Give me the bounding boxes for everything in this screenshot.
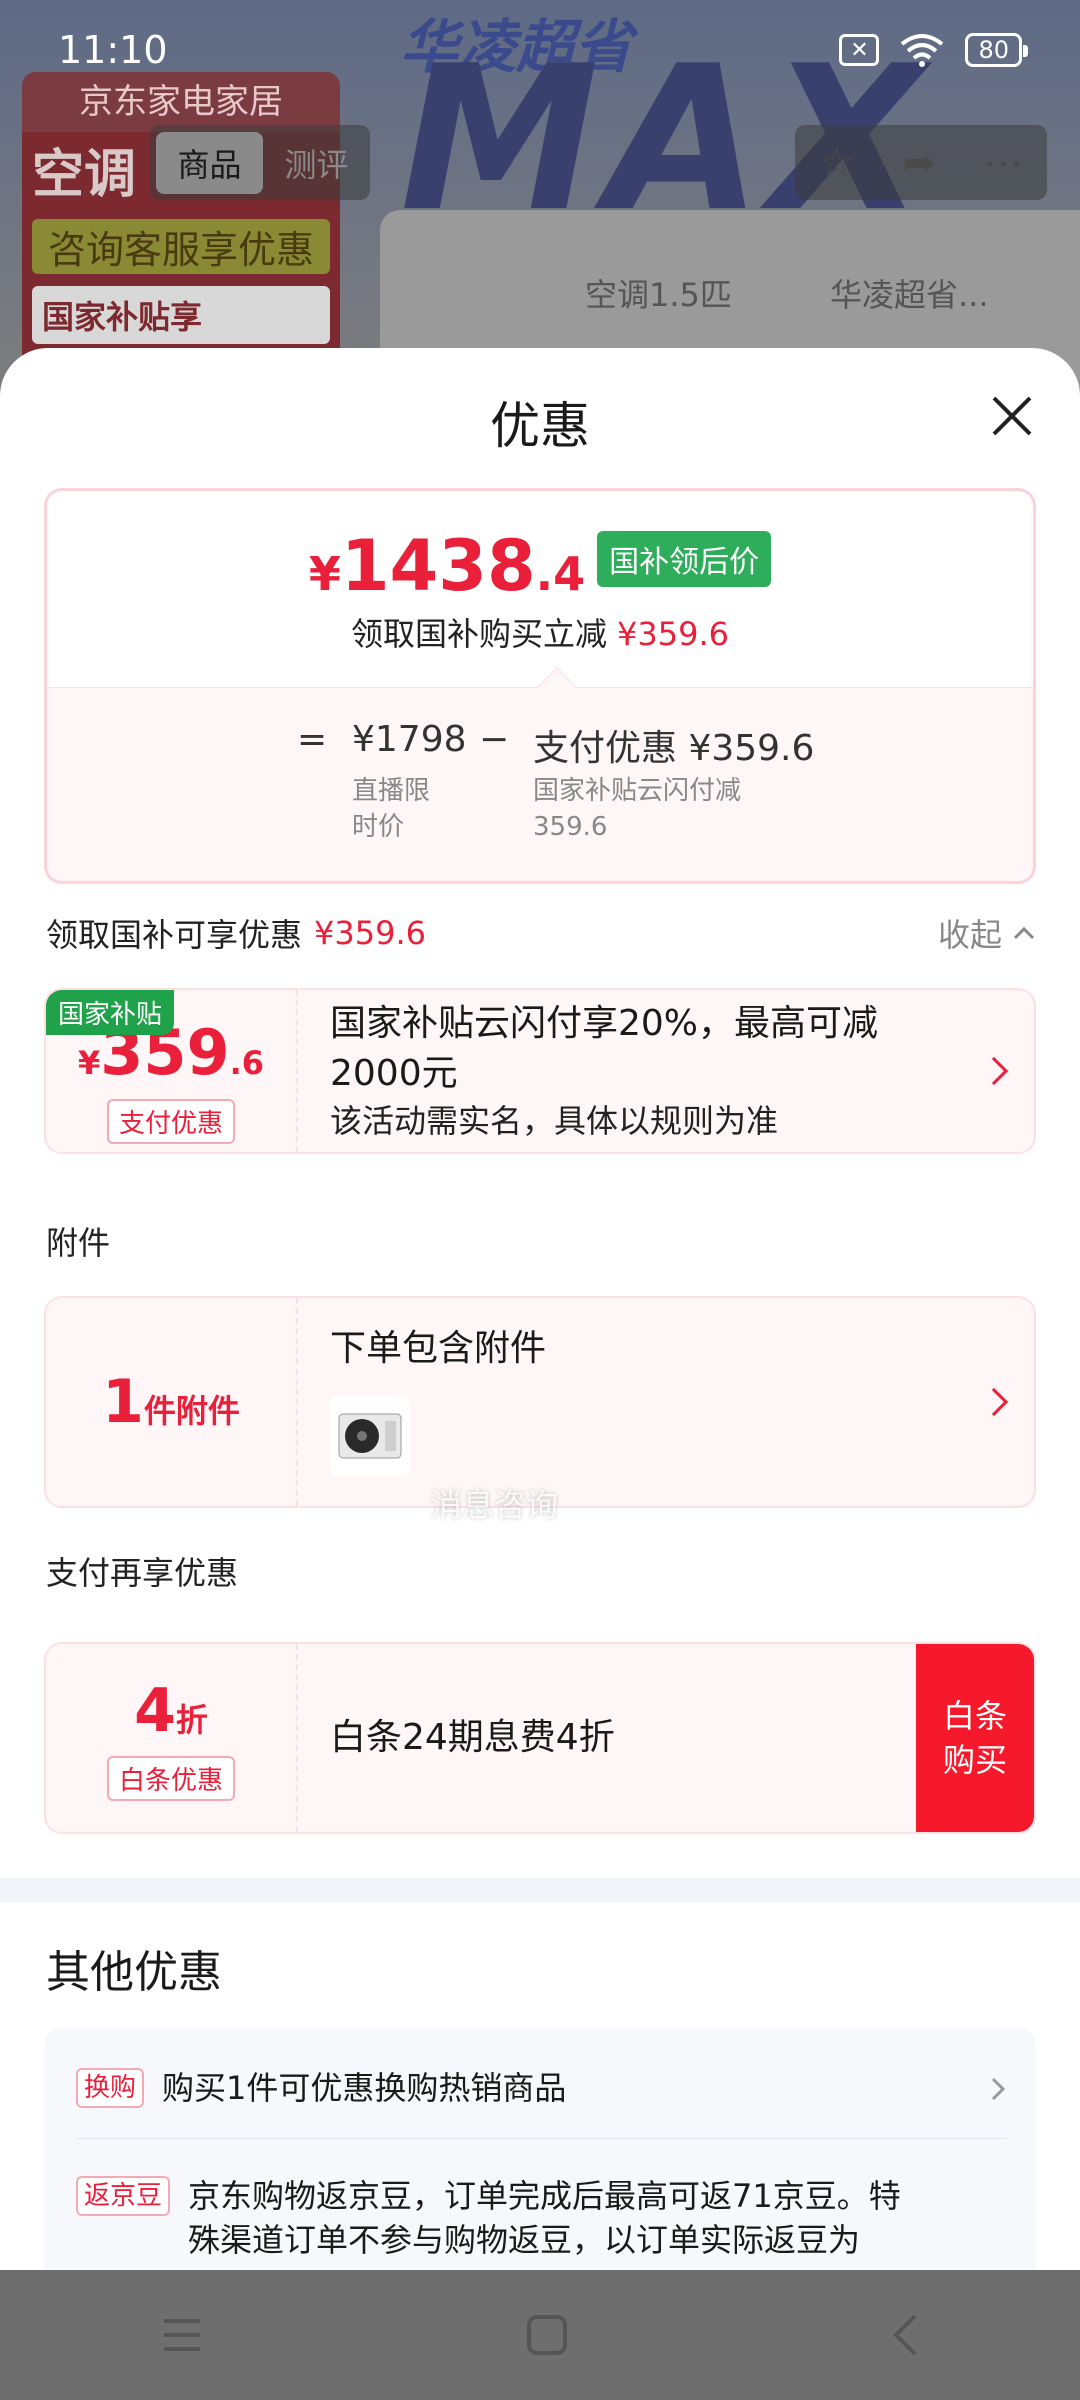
close-icon[interactable]	[984, 388, 1040, 444]
collapse-button[interactable]: 收起	[938, 910, 1036, 956]
chevron-up-icon	[1013, 926, 1035, 940]
wifi-icon	[901, 34, 944, 67]
status-bar: 11:10 ✕ 80	[0, 0, 1080, 100]
price-sub-text: 领取国补购买立减	[351, 615, 608, 653]
subsidy-desc: 该活动需实名，具体以规则为准	[330, 1102, 779, 1140]
price-row: ¥1438.4 国补领后价	[47, 531, 1033, 601]
price-sub-amount: ¥359.6	[617, 615, 729, 653]
calc-equals: =	[297, 719, 328, 760]
tab-review: 测评	[284, 145, 349, 184]
accessory-card[interactable]: 1件附件 下单包含附件	[44, 1296, 1036, 1508]
subsidy-title: 国家补贴云闪付享20%，最高可减2000元	[330, 1003, 879, 1094]
section-amount: ¥359.6	[314, 914, 426, 952]
price-integer: 1438	[340, 525, 536, 607]
menu-icon[interactable]	[160, 2315, 204, 2355]
price-subtitle: 领取国补购买立减 ¥359.6	[47, 609, 1033, 655]
section-label: 附件	[46, 1224, 111, 1262]
home-icon[interactable]	[525, 2313, 569, 2357]
baitiao-info: 白条24期息费4折	[330, 1644, 904, 1832]
accessory-count: 1件附件	[102, 1367, 240, 1437]
section-divider	[0, 1878, 1080, 1902]
promo-line: 咨询客服享优惠	[32, 219, 330, 274]
baitiao-value: 4	[134, 1675, 176, 1746]
accessory-thumbnail[interactable]	[330, 1396, 410, 1476]
back-icon[interactable]	[890, 2312, 920, 2358]
more-icon: ⋯	[983, 139, 1024, 186]
offer-tag: 返京豆	[76, 2176, 171, 2216]
other-offers-list: 换购 购买1件可优惠换购热销商品 返京豆 京东购物返京豆，订单完成后最高可返71…	[44, 2028, 1036, 2270]
accessory-title: 下单包含附件	[330, 1328, 547, 1369]
baitiao-tag: 白条优惠	[106, 1755, 235, 1801]
calc-base-note: 直播限 时价	[352, 776, 431, 842]
price-symbol: ¥	[308, 547, 341, 601]
accessory-count-number: 1	[102, 1367, 144, 1437]
accessory-count-block: 1件附件	[46, 1298, 298, 1506]
chevron-right-icon	[979, 1387, 1009, 1417]
price-card: ¥1438.4 国补领后价 领取国补购买立减 ¥359.6 = ¥1798 直播限…	[44, 488, 1036, 884]
header-actions: ☆ ➦ ⋯	[795, 125, 1047, 200]
other-offer-item[interactable]: 换购 购买1件可优惠换购热销商品	[76, 2066, 1006, 2110]
section-label: 支付再享优惠	[46, 1554, 239, 1592]
chevron-right-icon	[979, 1056, 1009, 1086]
national-subsidy-corner-tag: 国家补贴	[46, 990, 175, 1035]
accessory-count-unit: 件附件	[143, 1392, 240, 1430]
national-subsidy-row: 领取国补可享优惠 ¥359.6 收起	[46, 910, 1036, 956]
baitiao-unit: 折	[175, 1700, 208, 1739]
subsidy-symbol: ¥	[77, 1044, 101, 1082]
final-price: ¥1438.4	[309, 531, 585, 601]
subtab: 华凌超省...	[830, 276, 989, 314]
share-icon: ➦	[902, 139, 936, 186]
system-nav-bar	[0, 2270, 1080, 2400]
price-badge: 国补领后价	[597, 531, 772, 587]
subsidy-tag: 支付优惠	[106, 1099, 235, 1144]
subsidy-decimal: .6	[229, 1044, 265, 1082]
baitiao-title: 白条24期息费4折	[330, 1717, 615, 1758]
offer-text: 京东购物返京豆，订单完成后最高可返71京豆。特殊渠道订单不参与购物返豆，以订单实…	[188, 2177, 901, 2259]
calc-discount-note: 国家补贴云闪付减 359.6	[533, 776, 742, 842]
subtab: 空调1.5匹	[585, 276, 732, 314]
star-icon: ☆	[818, 139, 855, 186]
list-separator	[76, 2138, 1006, 2139]
baitiao-buy-label: 白条购买	[942, 1697, 1007, 1779]
baitiao-discount-block: 4折 白条优惠	[46, 1644, 298, 1832]
offer-text: 购买1件可优惠换购热销商品	[162, 2069, 567, 2107]
calc-minus: −	[479, 719, 510, 760]
offer-tag: 换购	[76, 2068, 145, 2108]
tab-product: 商品	[156, 131, 263, 194]
accessory-section-row: 附件	[46, 1218, 1036, 1264]
calc-discount: 支付优惠 ¥359.6	[533, 728, 815, 769]
subsidy-info: 国家补贴云闪付享20%，最高可减2000元 该活动需实名，具体以规则为准	[330, 990, 964, 1152]
section-label: 领取国补可享优惠	[46, 916, 303, 954]
status-icons: ✕ 80	[839, 32, 1028, 68]
baitiao-discount: 4折	[134, 1676, 208, 1746]
battery-indicator: 80	[965, 33, 1028, 67]
status-time: 11:10	[58, 28, 168, 72]
price-decimal: .4	[535, 547, 586, 601]
subsidy-offer-card[interactable]: ¥359.6 支付优惠 国家补贴 国家补贴云闪付享20%，最高可减2000元 该…	[44, 988, 1036, 1154]
other-offer-item[interactable]: 返京豆 京东购物返京豆，订单完成后最高可返71京豆。特殊渠道订单不参与购物返豆，…	[76, 2174, 926, 2262]
collapse-label: 收起	[937, 916, 1002, 954]
outdoor-unit-icon	[338, 1413, 402, 1459]
pay-section-row: 支付再享优惠	[46, 1548, 1036, 1594]
calc-base-price: ¥1798	[352, 719, 467, 760]
baitiao-card[interactable]: 4折 白条优惠 白条24期息费4折 白条购买	[44, 1642, 1036, 1834]
other-offers-title: 其他优惠	[46, 1947, 222, 1998]
product-tabs: 商品 测评	[150, 125, 370, 200]
discount-sheet: 优惠 ¥1438.4 国补领后价 领取国补购买立减 ¥359.6 = ¥1798 …	[0, 348, 1080, 2270]
chevron-right-icon	[991, 2077, 1006, 2101]
promo-line: 国家补贴享	[32, 286, 330, 344]
sheet-title: 优惠	[490, 397, 590, 455]
x-box-icon: ✕	[839, 34, 880, 66]
baitiao-buy-button[interactable]: 白条购买	[916, 1644, 1034, 1832]
accessory-info: 下单包含附件	[330, 1298, 964, 1506]
